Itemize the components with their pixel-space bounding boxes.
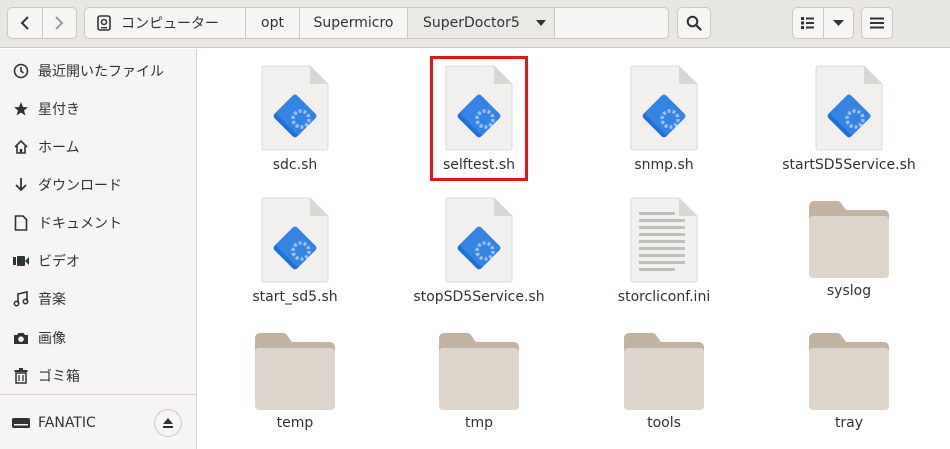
sidebar-item-videos[interactable]: ビデオ — [12, 247, 80, 275]
sidebar-item-label: 最近開いたファイル — [38, 64, 164, 80]
breadcrumb-label: opt — [261, 15, 284, 31]
file-name: syslog — [826, 283, 872, 299]
sidebar-item-label: 音楽 — [38, 292, 66, 308]
file-name: snmp.sh — [634, 157, 694, 173]
sidebar-item-documents[interactable]: ドキュメント — [12, 209, 122, 237]
file-name: startSD5Service.sh — [782, 157, 916, 173]
breadcrumb-label: Supermicro — [313, 15, 394, 31]
sidebar-item-label: FANATIC — [38, 415, 96, 431]
file-name: storcliconf.ini — [617, 289, 711, 305]
eject-button[interactable] — [154, 409, 182, 437]
sidebar-item-label: ビデオ — [38, 254, 80, 270]
file-item-stopsd5service-sh[interactable]: stopSD5Service.sh — [399, 196, 559, 305]
file-item-sdc-sh[interactable]: sdc.sh — [215, 64, 375, 173]
chevron-left-icon — [20, 16, 29, 30]
sidebar: 最近開いたファイル 星付き ホーム ダウンロード ドキュメント ビデオ 音楽 画… — [0, 49, 197, 449]
download-icon — [12, 176, 30, 194]
script-file-icon — [814, 64, 884, 152]
breadcrumb-label: コンピューター — [121, 16, 219, 32]
file-item-startsd5service-sh[interactable]: startSD5Service.sh — [769, 64, 929, 173]
highlight-box — [430, 56, 528, 181]
folder-item-temp[interactable]: temp — [215, 332, 375, 431]
file-name: tools — [647, 415, 681, 431]
file-item-start-sd5-sh[interactable]: start_sd5.sh — [215, 196, 375, 305]
script-file-icon — [260, 64, 330, 152]
sidebar-item-label: ダウンロード — [38, 178, 122, 194]
folder-item-tray[interactable]: tray — [769, 332, 929, 431]
search-icon — [686, 15, 702, 31]
breadcrumb-computer[interactable]: コンピューター — [85, 8, 246, 38]
sidebar-item-label: ホーム — [38, 140, 80, 156]
breadcrumb-superdoctor5[interactable]: SuperDoctor5 — [408, 8, 555, 38]
sidebar-item-label: 画像 — [38, 331, 66, 347]
sidebar-item-music[interactable]: 音楽 — [12, 285, 66, 313]
file-name: sdc.sh — [272, 157, 318, 173]
folder-icon — [255, 332, 335, 410]
sidebar-item-downloads[interactable]: ダウンロード — [12, 171, 122, 199]
sidebar-item-label: 星付き — [38, 102, 80, 118]
script-file-icon — [629, 64, 699, 152]
text-file-icon — [629, 196, 699, 284]
file-item-storcliconf-ini[interactable]: storcliconf.ini — [584, 196, 744, 305]
search-button[interactable] — [677, 7, 711, 39]
breadcrumb-supermicro[interactable]: Supermicro — [300, 8, 408, 38]
view-toggle-button[interactable] — [793, 8, 824, 38]
folder-item-tmp[interactable]: tmp — [399, 332, 559, 431]
star-icon — [12, 100, 30, 118]
sidebar-item-trash[interactable]: ゴミ箱 — [12, 362, 80, 390]
forward-button[interactable] — [41, 8, 76, 38]
file-name: stopSD5Service.sh — [413, 289, 545, 305]
sidebar-item-drive-fanatic[interactable]: FANATIC — [12, 409, 96, 437]
back-button[interactable] — [8, 8, 42, 38]
file-name: temp — [276, 415, 314, 431]
path-bar: コンピューター opt Supermicro SuperDoctor5 — [84, 7, 669, 39]
file-name: tmp — [464, 415, 493, 431]
folder-icon — [439, 332, 519, 410]
folder-item-syslog[interactable]: syslog — [769, 200, 929, 299]
music-icon — [12, 290, 30, 308]
main-menu-button[interactable] — [861, 7, 893, 39]
header-bar: コンピューター opt Supermicro SuperDoctor5 — [0, 0, 950, 48]
disk-icon — [97, 15, 111, 31]
sidebar-item-home[interactable]: ホーム — [12, 133, 80, 161]
script-file-icon — [260, 196, 330, 284]
sidebar-item-starred[interactable]: 星付き — [12, 95, 80, 123]
folder-item-tools[interactable]: tools — [584, 332, 744, 431]
chevron-right-icon — [55, 16, 64, 30]
home-icon — [12, 138, 30, 156]
view-menu-button[interactable] — [824, 8, 853, 38]
folder-icon — [809, 200, 889, 278]
view-options-group — [792, 7, 854, 39]
file-item-snmp-sh[interactable]: snmp.sh — [584, 64, 744, 173]
folder-icon — [809, 332, 889, 410]
video-icon — [12, 252, 30, 270]
drive-icon — [12, 414, 30, 432]
script-file-icon — [444, 196, 514, 284]
dropdown-arrow-icon — [535, 20, 546, 26]
sidebar-item-label: ゴミ箱 — [38, 369, 80, 385]
dropdown-arrow-icon — [832, 20, 844, 26]
file-name: tray — [834, 415, 864, 431]
folder-icon — [624, 332, 704, 410]
hamburger-menu-icon — [870, 17, 884, 29]
file-name: start_sd5.sh — [252, 289, 338, 305]
camera-icon — [12, 329, 30, 347]
sidebar-item-pictures[interactable]: 画像 — [12, 324, 66, 352]
sidebar-divider — [0, 394, 197, 395]
sidebar-item-label: ドキュメント — [38, 216, 122, 232]
trash-icon — [12, 367, 30, 385]
clock-icon — [12, 62, 30, 80]
sidebar-item-recent[interactable]: 最近開いたファイル — [12, 57, 164, 85]
document-icon — [12, 214, 30, 232]
eject-icon — [163, 418, 173, 428]
navigation-buttons — [7, 7, 77, 39]
breadcrumb-opt[interactable]: opt — [246, 8, 300, 38]
breadcrumb-label: SuperDoctor5 — [423, 15, 520, 31]
list-view-icon — [800, 17, 814, 29]
